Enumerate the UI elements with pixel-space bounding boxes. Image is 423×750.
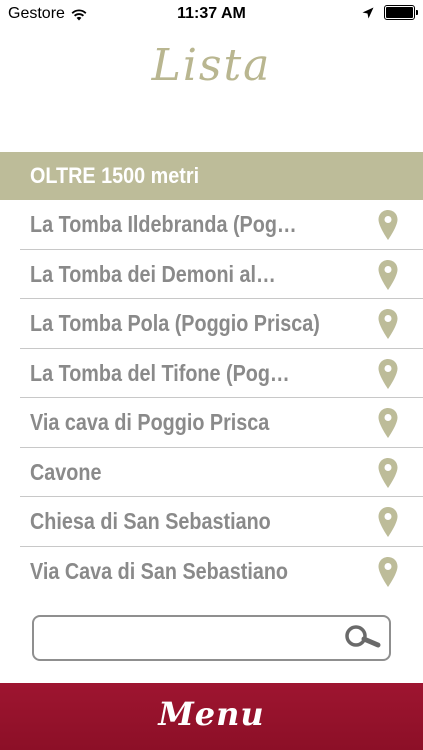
list-item[interactable]: La Tomba Pola (Poggio Prisca)	[20, 299, 423, 349]
map-pin-icon[interactable]	[377, 506, 399, 538]
status-bar: Gestore 11:37 AM	[0, 0, 423, 30]
map-pin-icon[interactable]	[377, 556, 399, 588]
status-right	[362, 5, 418, 20]
list-item[interactable]: Chiesa di San Sebastiano	[20, 497, 423, 547]
section-header: OLTRE 1500 metri	[0, 152, 423, 200]
menu-button[interactable]: Menu	[0, 683, 423, 750]
map-pin-icon[interactable]	[377, 407, 399, 439]
list-item[interactable]: Via Cava di San Sebastiano	[20, 547, 423, 597]
map-pin-icon[interactable]	[377, 259, 399, 291]
map-pin-icon[interactable]	[377, 358, 399, 390]
menu-label: Menu	[158, 695, 265, 733]
list-item[interactable]: La Tomba del Tifone (Pog…	[20, 349, 423, 398]
list-item-label: Chiesa di San Sebastiano	[30, 508, 271, 534]
list-item-label: La Tomba Ildebranda (Pog…	[30, 211, 297, 237]
list-item[interactable]: Via cava di Poggio Prisca	[20, 398, 423, 448]
map-pin-icon[interactable]	[377, 457, 399, 489]
places-list: La Tomba Ildebranda (Pog… La Tomba dei D…	[0, 200, 423, 596]
status-time: 11:37 AM	[177, 5, 246, 22]
page-title: Lista	[151, 40, 272, 91]
search-icon[interactable]	[343, 623, 383, 653]
map-pin-icon[interactable]	[377, 209, 399, 241]
list-item[interactable]: La Tomba dei Demoni al…	[20, 250, 423, 299]
battery-fill	[386, 7, 413, 18]
list-item-label: Via cava di Poggio Prisca	[30, 409, 270, 435]
location-arrow-icon	[362, 7, 374, 18]
list-item-label: La Tomba Pola (Poggio Prisca)	[30, 310, 320, 336]
map-pin-icon[interactable]	[377, 308, 399, 340]
list-item-label: Cavone	[30, 458, 102, 485]
section-header-label: OLTRE 1500 metri	[30, 163, 200, 188]
search-box	[32, 615, 391, 661]
search-input[interactable]	[42, 623, 336, 655]
list-item-label: La Tomba del Tifone (Pog…	[30, 359, 290, 386]
battery-icon	[384, 5, 418, 20]
list-item-label: Via Cava di San Sebastiano	[30, 557, 288, 584]
list-item[interactable]: La Tomba Ildebranda (Pog…	[20, 200, 423, 250]
list-item-label: La Tomba dei Demoni al…	[30, 260, 276, 287]
list-item[interactable]: Cavone	[20, 448, 423, 497]
